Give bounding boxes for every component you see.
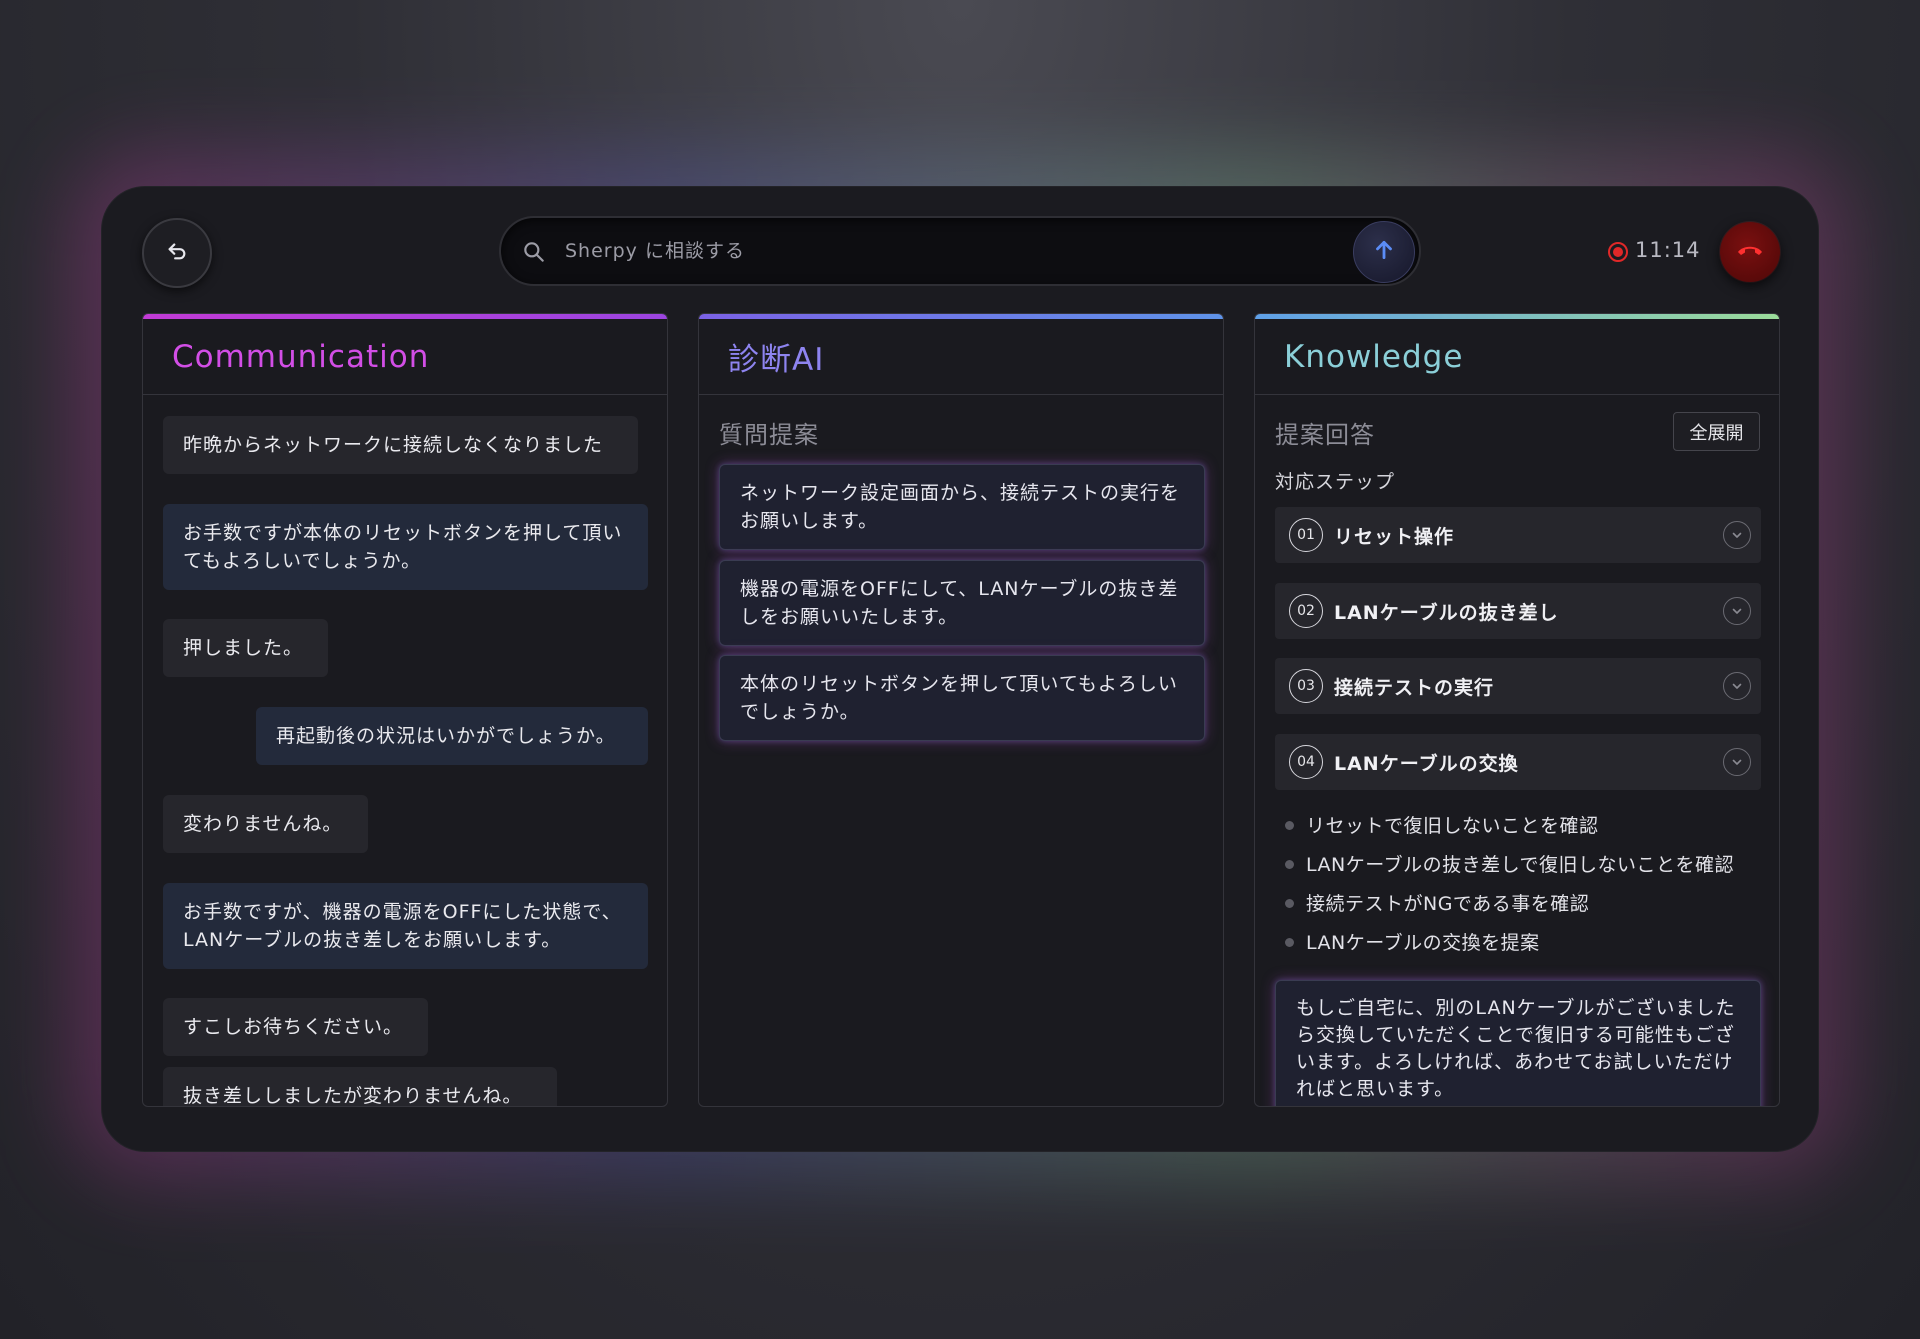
panel-title: 診断AI	[699, 319, 1223, 395]
communication-panel: Communication 昨晩からネットワークに接続しなくなりました お手数で…	[142, 313, 668, 1107]
knowledge-panel: Knowledge 提案回答 全展開 対応ステップ 01 リセット操作 02 L…	[1254, 313, 1780, 1107]
chat-message-customer: 昨晩からネットワークに接続しなくなりました	[163, 416, 638, 474]
step-title: リセット操作	[1334, 525, 1455, 548]
step-item[interactable]: 04 LANケーブルの交換	[1275, 734, 1761, 790]
list-item: LANケーブルの抜き差しで復旧しないことを確認	[1275, 850, 1765, 889]
step-item[interactable]: 03 接続テストの実行	[1275, 658, 1761, 714]
step-number: 03	[1289, 669, 1323, 703]
chat-message-customer: 押しました。	[163, 619, 328, 677]
question-suggestion[interactable]: 機器の電源をOFFにして、LANケーブルの抜き差しをお願いいたします。	[719, 560, 1205, 646]
list-item: LANケーブルの交換を提案	[1275, 928, 1765, 967]
chevron-down-icon[interactable]	[1723, 672, 1751, 700]
list-item: リセットで復旧しないことを確認	[1275, 811, 1765, 850]
send-button[interactable]	[1353, 221, 1415, 283]
step-number: 02	[1289, 594, 1323, 628]
chat-message-operator: 再起動後の状況はいかがでしょうか。	[256, 707, 648, 765]
search-input[interactable]	[565, 218, 1265, 284]
steps-label: 対応ステップ	[1275, 471, 1396, 493]
suggestions-heading: 質問提案	[719, 421, 819, 449]
expand-all-button[interactable]: 全展開	[1673, 412, 1760, 451]
search-icon	[521, 239, 547, 265]
recording-icon	[1608, 242, 1628, 262]
question-suggestion[interactable]: 本体のリセットボタンを押して頂いてもよろしいでしょうか。	[719, 655, 1205, 741]
step-title: 接続テストの実行	[1334, 676, 1495, 699]
chevron-down-icon[interactable]	[1723, 521, 1751, 549]
chat-message-operator: お手数ですが、機器の電源をOFFにした状態で、LANケーブルの抜き差しをお願いし…	[163, 883, 648, 969]
arrow-up-icon	[1371, 237, 1397, 267]
chat-message-customer: 変わりませんね。	[163, 795, 368, 853]
back-button[interactable]	[142, 218, 212, 288]
chat-log[interactable]: 昨晩からネットワークに接続しなくなりました お手数ですが本体のリセットボタンを押…	[143, 396, 667, 1106]
list-item: 接続テストがNGである事を確認	[1275, 889, 1765, 928]
chevron-down-icon[interactable]	[1723, 597, 1751, 625]
phone-hangup-icon	[1735, 240, 1765, 264]
chat-message-customer: 抜き差ししましたが変わりませんね。	[163, 1067, 557, 1106]
step-item[interactable]: 01 リセット操作	[1275, 507, 1761, 563]
step-detail-list: リセットで復旧しないことを確認 LANケーブルの抜き差しで復旧しないことを確認 …	[1275, 811, 1765, 967]
panel-title: Knowledge	[1255, 319, 1779, 395]
chat-message-customer: すこしお待ちください。	[163, 998, 428, 1056]
hangup-button[interactable]	[1720, 222, 1780, 282]
step-title: LANケーブルの交換	[1334, 752, 1519, 775]
proposed-answer-heading: 提案回答	[1275, 421, 1375, 449]
step-item[interactable]: 02 LANケーブルの抜き差し	[1275, 583, 1761, 639]
search-bar	[499, 216, 1421, 286]
step-number: 01	[1289, 518, 1323, 552]
proposed-answer-card[interactable]: もしご自宅に、別のLANケーブルがございましたら交換していただくことで復旧する可…	[1275, 980, 1761, 1106]
back-arrow-icon	[166, 240, 188, 266]
step-number: 04	[1289, 745, 1323, 779]
question-suggestion[interactable]: ネットワーク設定画面から、接続テストの実行をお願いします。	[719, 464, 1205, 550]
call-timer: 11:14	[1635, 238, 1701, 262]
app-window: 11:14 Communication 昨晩からネットワークに接続しなくなりまし…	[101, 186, 1819, 1152]
step-title: LANケーブルの抜き差し	[1334, 601, 1559, 624]
diagnosis-ai-panel: 診断AI 質問提案 ネットワーク設定画面から、接続テストの実行をお願いします。 …	[698, 313, 1224, 1107]
chevron-down-icon[interactable]	[1723, 748, 1751, 776]
chat-message-operator: お手数ですが本体のリセットボタンを押して頂いてもよろしいでしょうか。	[163, 504, 648, 590]
panel-title: Communication	[143, 319, 667, 395]
